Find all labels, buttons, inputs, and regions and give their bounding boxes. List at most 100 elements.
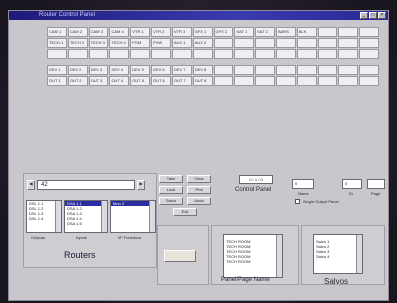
lock-button[interactable]: Lock bbox=[159, 186, 183, 194]
grid-button[interactable]: DEV 8 bbox=[192, 65, 213, 75]
grid-button[interactable] bbox=[359, 76, 379, 86]
grid-button[interactable]: OUT 4 bbox=[109, 76, 130, 86]
close-icon[interactable]: × bbox=[378, 12, 386, 19]
panel-page-item[interactable]: TECH ROOM bbox=[224, 259, 282, 264]
grid-button[interactable]: GFX 1 bbox=[192, 27, 213, 37]
grid-button[interactable]: DEV 7 bbox=[171, 65, 192, 75]
grid-button[interactable] bbox=[151, 49, 171, 59]
take-button[interactable]: Take bbox=[159, 175, 183, 183]
grid-button[interactable] bbox=[296, 76, 317, 86]
minimize-icon[interactable]: _ bbox=[360, 12, 368, 19]
grid-button[interactable] bbox=[359, 49, 379, 59]
router-selector[interactable]: 42 bbox=[37, 180, 135, 190]
grid-button[interactable]: OUT 6 bbox=[151, 76, 171, 86]
panel-page-list[interactable]: TECH ROOM TECH ROOM TECH ROOM TECH ROOM TECH… bbox=[223, 234, 283, 278]
grid-button[interactable] bbox=[317, 27, 338, 37]
grid-button[interactable]: BLK bbox=[296, 27, 317, 37]
grid-button[interactable]: TECH 3 bbox=[88, 38, 109, 48]
single-output-checkbox[interactable] bbox=[295, 199, 300, 204]
grid-button[interactable] bbox=[255, 76, 275, 86]
grid-button[interactable] bbox=[338, 27, 359, 37]
prev-router-button[interactable]: ◀ bbox=[27, 180, 35, 190]
grid-button[interactable]: AUX 2 bbox=[192, 38, 213, 48]
functions-list[interactable]: Mon 2 bbox=[110, 200, 156, 233]
outputs-list[interactable]: DSL 1.1 DSL 1.2 DSL 1.3 DSL 1.4 bbox=[26, 200, 62, 233]
exit-button[interactable]: Exit bbox=[173, 208, 197, 216]
grid-button[interactable]: DEV 3 bbox=[88, 65, 109, 75]
grid-button[interactable] bbox=[67, 49, 88, 59]
grid-button[interactable]: DEV 4 bbox=[109, 65, 130, 75]
name-field[interactable]: 0 bbox=[292, 179, 314, 189]
grid-button[interactable]: TECH 4 bbox=[109, 38, 130, 48]
grid-button[interactable]: BARS bbox=[275, 27, 296, 37]
grid-button[interactable]: PGM bbox=[130, 38, 151, 48]
salvo-button[interactable]: Salvo bbox=[159, 197, 183, 205]
grid-button[interactable] bbox=[213, 76, 234, 86]
grid-button[interactable] bbox=[275, 38, 296, 48]
grid-button[interactable] bbox=[317, 38, 338, 48]
clear-button[interactable]: Clear bbox=[187, 175, 211, 183]
grid-button[interactable] bbox=[130, 49, 151, 59]
grid-button[interactable] bbox=[275, 76, 296, 86]
grid-button[interactable] bbox=[317, 49, 338, 59]
grid-button[interactable]: OUT 7 bbox=[171, 76, 192, 86]
grid-button[interactable] bbox=[338, 38, 359, 48]
salvo-item[interactable]: Salvo 4 bbox=[314, 254, 362, 259]
grid-button[interactable]: OUT 1 bbox=[47, 76, 67, 86]
grid-button[interactable]: CAM 4 bbox=[109, 27, 130, 37]
grid-button[interactable] bbox=[234, 76, 255, 86]
grid-button[interactable] bbox=[88, 49, 109, 59]
grid-button[interactable] bbox=[255, 49, 275, 59]
grid-button[interactable] bbox=[359, 65, 379, 75]
grid-button[interactable]: CAM 1 bbox=[47, 27, 67, 37]
route-take-button[interactable] bbox=[164, 250, 196, 262]
grid-button[interactable] bbox=[317, 65, 338, 75]
grid-button[interactable] bbox=[255, 65, 275, 75]
grid-button[interactable] bbox=[296, 38, 317, 48]
grid-button[interactable] bbox=[192, 49, 213, 59]
grid-button[interactable] bbox=[338, 76, 359, 86]
grid-button[interactable] bbox=[234, 38, 255, 48]
grid-button[interactable] bbox=[359, 27, 379, 37]
maximize-icon[interactable]: □ bbox=[369, 12, 377, 19]
grid-button[interactable]: AUX 1 bbox=[171, 38, 192, 48]
grid-button[interactable]: VTR 2 bbox=[151, 27, 171, 37]
grid-button[interactable] bbox=[213, 49, 234, 59]
next-router-button[interactable]: ▶ bbox=[137, 180, 145, 190]
grid-button[interactable]: OUT 5 bbox=[130, 76, 151, 86]
salvos-list[interactable]: Salvo 1 Salvo 2 Salvo 3 Salvo 4 bbox=[313, 234, 363, 274]
grid-button[interactable]: DEV 5 bbox=[130, 65, 151, 75]
grid-button[interactable]: CAM 3 bbox=[88, 27, 109, 37]
grid-button[interactable]: CAM 2 bbox=[67, 27, 88, 37]
grid-button[interactable]: TECH 2 bbox=[67, 38, 88, 48]
page-field[interactable] bbox=[367, 179, 385, 189]
inputs-list[interactable]: DSA 1.1 DSA 1.2 DSA 1.3 DSA 1.4 DSA 1.5 bbox=[64, 200, 108, 233]
grid-button[interactable]: VTR 3 bbox=[171, 27, 192, 37]
grid-button[interactable] bbox=[275, 49, 296, 59]
grid-button[interactable]: GFX 2 bbox=[213, 27, 234, 37]
grid-button[interactable] bbox=[338, 65, 359, 75]
grid-button[interactable]: OUT 2 bbox=[67, 76, 88, 86]
grid-button[interactable]: SAT 2 bbox=[255, 27, 275, 37]
grid-button[interactable] bbox=[296, 49, 317, 59]
id-field[interactable]: 0 bbox=[342, 179, 362, 189]
grid-button[interactable]: DEV 6 bbox=[151, 65, 171, 75]
grid-button[interactable] bbox=[275, 65, 296, 75]
grid-button[interactable] bbox=[234, 49, 255, 59]
grid-button[interactable]: PVW bbox=[151, 38, 171, 48]
grid-button[interactable]: DEV 2 bbox=[67, 65, 88, 75]
undo-button[interactable]: Undo bbox=[187, 197, 211, 205]
grid-button[interactable]: VTR 1 bbox=[130, 27, 151, 37]
grid-button[interactable]: OUT 3 bbox=[88, 76, 109, 86]
grid-button[interactable] bbox=[213, 38, 234, 48]
grid-button[interactable] bbox=[296, 65, 317, 75]
grid-button[interactable] bbox=[234, 65, 255, 75]
grid-button[interactable] bbox=[255, 38, 275, 48]
grid-button[interactable]: SAT 1 bbox=[234, 27, 255, 37]
protect-button[interactable]: Prot bbox=[187, 186, 211, 194]
grid-button[interactable]: TECH 1 bbox=[47, 38, 67, 48]
grid-button[interactable] bbox=[213, 65, 234, 75]
grid-button[interactable] bbox=[359, 38, 379, 48]
grid-button[interactable] bbox=[317, 76, 338, 86]
grid-button[interactable] bbox=[171, 49, 192, 59]
